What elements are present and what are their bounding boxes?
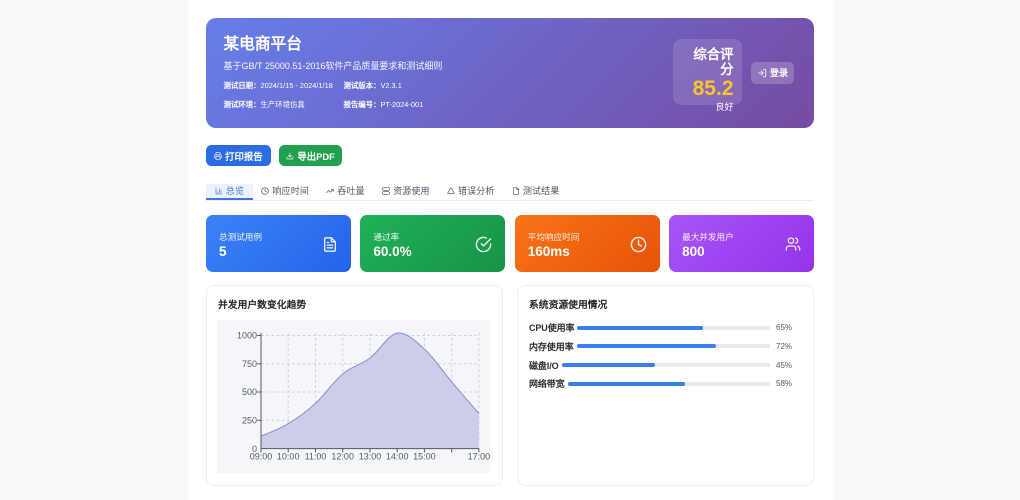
svg-text:250: 250 [242,415,257,425]
svg-text:750: 750 [242,359,257,369]
svg-text:10:00: 10:00 [277,451,300,461]
svg-text:1000: 1000 [237,330,257,340]
svg-text:12:00: 12:00 [331,451,354,461]
svg-text:09:00: 09:00 [250,451,273,461]
svg-text:11:00: 11:00 [305,451,327,461]
svg-text:500: 500 [242,387,257,397]
svg-text:14:00: 14:00 [386,451,409,461]
svg-text:17:00: 17:00 [468,451,491,461]
svg-text:13:00: 13:00 [359,451,382,461]
svg-text:15:00: 15:00 [413,451,436,461]
